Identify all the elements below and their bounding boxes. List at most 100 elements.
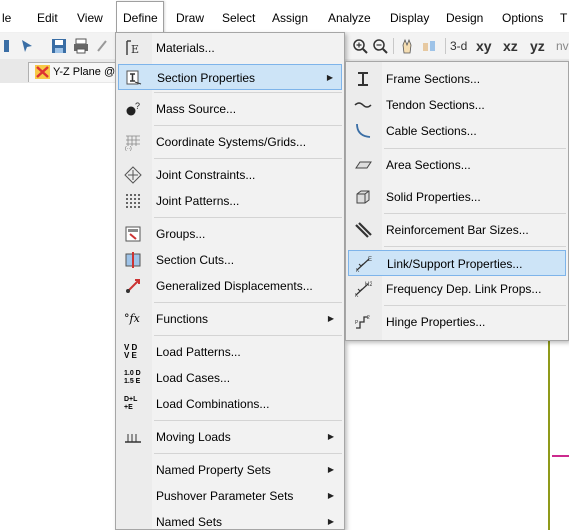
- window-tab-title: Y-Z Plane @: [53, 66, 116, 78]
- window-tab-yz-plane[interactable]: Y-Z Plane @: [28, 62, 118, 82]
- toolbar-separator: [445, 38, 446, 54]
- menu-display[interactable]: Display: [390, 9, 429, 27]
- menu-item-coordinate-systems[interactable]: (··) Coordinate Systems/Grids...: [118, 129, 342, 155]
- submenu-arrow-icon: ▶: [327, 314, 334, 323]
- svg-text:E: E: [131, 43, 139, 56]
- menu-separator: [154, 420, 342, 421]
- menu-item-pushover-parameter-sets[interactable]: Pushover Parameter Sets ▶: [118, 483, 342, 509]
- tendon-sections-icon: [354, 102, 372, 108]
- define-menu: E Materials... Section Properties ▶ ? Ma…: [115, 32, 345, 530]
- section-cuts-icon: [125, 252, 141, 268]
- menu-item-tendon-sections[interactable]: Tendon Sections...: [348, 92, 566, 118]
- section-properties-icon: [126, 70, 142, 85]
- frame-element-line: [548, 336, 550, 530]
- menu-file[interactable]: le: [2, 9, 11, 27]
- rebar-sizes-icon: [355, 222, 372, 238]
- pan-icon[interactable]: [398, 37, 416, 55]
- joint-patterns-icon: [126, 194, 140, 208]
- menu-select[interactable]: Select: [222, 9, 255, 27]
- menu-item-generalized-displacements[interactable]: Generalized Displacements...: [118, 273, 342, 299]
- menu-separator: [154, 158, 342, 159]
- menu-item-cable-sections[interactable]: Cable Sections...: [348, 118, 566, 144]
- menu-edit[interactable]: Edit: [37, 9, 58, 27]
- view-xz-button[interactable]: xz: [503, 36, 518, 56]
- menu-item-area-sections[interactable]: Area Sections...: [348, 152, 566, 178]
- menu-item-hinge-properties[interactable]: P2 Hinge Properties...: [348, 309, 566, 335]
- menu-item-section-cuts[interactable]: Section Cuts...: [118, 247, 342, 273]
- menu-item-link-support-properties[interactable]: KE Link/Support Properties...: [348, 250, 566, 276]
- menu-define[interactable]: Define: [116, 1, 164, 33]
- menu-item-section-properties[interactable]: Section Properties ▶: [118, 64, 342, 90]
- load-cases-icon: 1.0 D 1.5 E: [124, 370, 141, 385]
- frame-sections-icon: [358, 72, 368, 86]
- menu-item-solid-properties[interactable]: Solid Properties...: [348, 184, 566, 210]
- svg-text:(··): (··): [125, 146, 132, 151]
- menu-separator: [384, 213, 566, 214]
- menu-item-named-sets[interactable]: Named Sets ▶: [118, 509, 342, 530]
- mass-source-icon: ?: [126, 101, 140, 116]
- view-xy-button[interactable]: xy: [476, 36, 492, 56]
- submenu-arrow-icon: ▶: [327, 517, 334, 526]
- save-icon[interactable]: [50, 37, 68, 55]
- hinge-properties-icon: P2: [355, 315, 370, 329]
- menu-item-frequency-dep-link-props[interactable]: K H2 Frequency Dep. Link Props...: [348, 276, 566, 302]
- menu-design[interactable]: Design: [446, 9, 483, 27]
- print-icon[interactable]: [72, 37, 90, 55]
- moving-loads-icon: [125, 434, 141, 443]
- zoom-out-icon[interactable]: [371, 37, 389, 55]
- svg-text:H2: H2: [365, 282, 372, 288]
- zoom-in-icon[interactable]: [351, 37, 369, 55]
- menu-assign[interactable]: Assign: [272, 9, 308, 27]
- menu-draw[interactable]: Draw: [176, 9, 204, 27]
- generalized-displacements-icon: [126, 279, 140, 293]
- cable-sections-icon: [356, 123, 371, 138]
- menu-item-load-cases[interactable]: 1.0 D 1.5 E Load Cases...: [118, 365, 342, 391]
- menu-separator: [384, 246, 566, 247]
- load-combinations-icon: D+L +E: [124, 396, 138, 411]
- pointer-icon[interactable]: [18, 37, 36, 55]
- functions-icon: °fx: [124, 312, 140, 325]
- materials-icon: E: [126, 40, 139, 56]
- menu-item-moving-loads[interactable]: Moving Loads ▶: [118, 424, 342, 450]
- view-nv-button[interactable]: nv: [556, 36, 569, 56]
- menu-separator: [384, 305, 566, 306]
- menu-item-frame-sections[interactable]: Frame Sections...: [348, 66, 566, 92]
- submenu-arrow-icon: ▶: [327, 491, 334, 500]
- menu-item-materials[interactable]: E Materials...: [118, 35, 342, 61]
- menu-item-load-patterns[interactable]: V D V E Load Patterns...: [118, 339, 342, 365]
- groups-icon: [125, 226, 141, 242]
- solid-properties-icon: [356, 190, 370, 204]
- menu-separator: [154, 125, 342, 126]
- menu-separator: [154, 302, 342, 303]
- joint-constraints-icon: [124, 166, 142, 184]
- menu-item-mass-source[interactable]: ? Mass Source...: [118, 96, 342, 122]
- menu-analyze[interactable]: Analyze: [328, 9, 371, 27]
- menu-bar: le Edit View Define Draw Select Assign A…: [0, 0, 569, 33]
- menu-item-functions[interactable]: °fx Functions ▶: [118, 306, 342, 332]
- menu-item-load-combinations[interactable]: D+L +E Load Combinations...: [118, 391, 342, 417]
- view-yz-button[interactable]: yz: [530, 36, 545, 56]
- menu-separator: [154, 335, 342, 336]
- svg-text:E: E: [368, 257, 372, 263]
- svg-text:2: 2: [367, 315, 370, 321]
- menu-tools[interactable]: T: [560, 9, 567, 27]
- undo-icon[interactable]: [94, 37, 112, 55]
- menu-item-joint-constraints[interactable]: Joint Constraints...: [118, 162, 342, 188]
- link-support-icon: KE: [356, 257, 372, 273]
- svg-text:K: K: [356, 268, 360, 273]
- menu-view[interactable]: View: [77, 9, 103, 27]
- svg-text:?: ?: [135, 101, 140, 111]
- menu-separator: [154, 453, 342, 454]
- frame-element-line: [552, 455, 569, 457]
- load-patterns-icon: V D V E: [124, 343, 138, 360]
- menu-separator: [384, 148, 566, 149]
- menu-item-reinforcement-bar-sizes[interactable]: Reinforcement Bar Sizes...: [348, 217, 566, 243]
- rubber-band-zoom-icon[interactable]: [420, 37, 438, 55]
- menu-item-groups[interactable]: Groups...: [118, 221, 342, 247]
- menu-options[interactable]: Options: [502, 9, 543, 27]
- submenu-arrow-icon: ▶: [327, 432, 334, 441]
- menu-item-joint-patterns[interactable]: Joint Patterns...: [118, 188, 342, 214]
- menu-item-named-property-sets[interactable]: Named Property Sets ▶: [118, 457, 342, 483]
- menu-separator: [154, 217, 342, 218]
- view-3d-button[interactable]: 3-d: [450, 36, 467, 56]
